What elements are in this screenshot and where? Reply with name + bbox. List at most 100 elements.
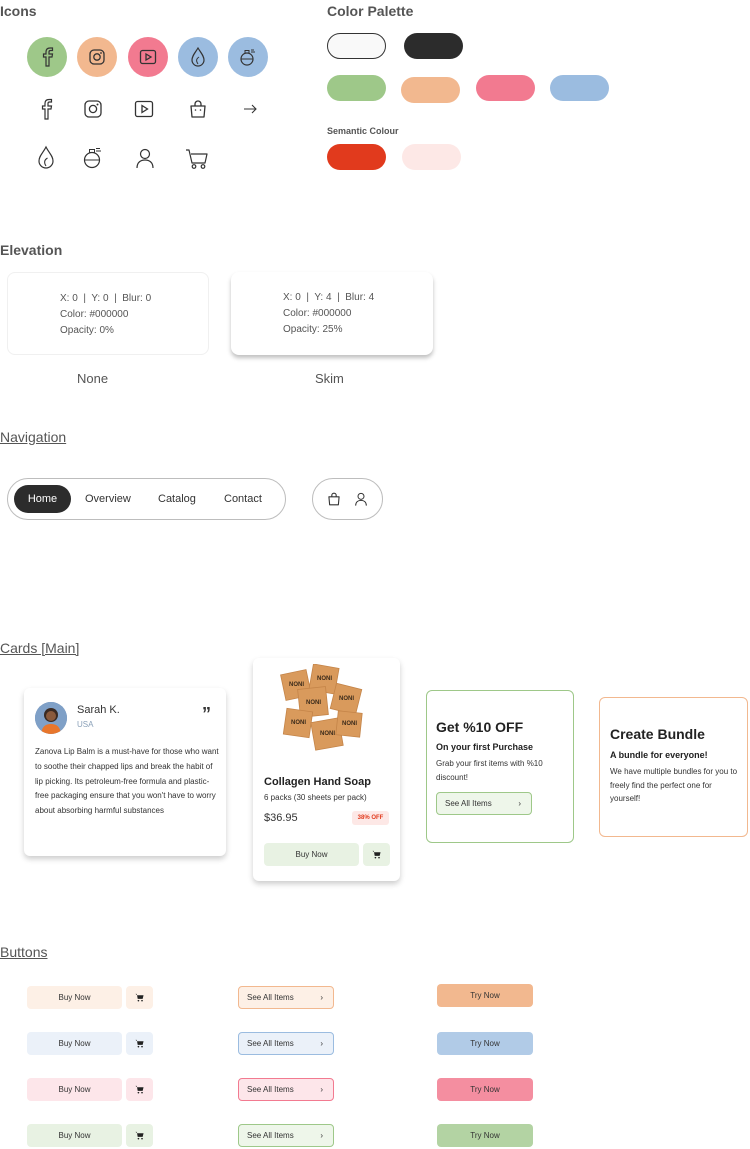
add-to-cart-button[interactable] bbox=[126, 986, 153, 1009]
product-subtitle: 6 packs (30 sheets per pack) bbox=[264, 793, 367, 802]
product-pack-brand: NONI bbox=[306, 700, 321, 706]
cart-icon bbox=[135, 1085, 144, 1094]
product-pack-brand: NONI bbox=[339, 696, 354, 702]
youtube-icon[interactable] bbox=[131, 96, 157, 122]
try-now-button[interactable]: Try Now bbox=[437, 1124, 533, 1147]
cart-icon bbox=[135, 1039, 144, 1048]
user-icon[interactable] bbox=[353, 491, 369, 512]
cards-section-title: Cards [Main] bbox=[0, 640, 80, 656]
avatar bbox=[35, 702, 67, 734]
elevation-skim-card: X: 0 | Y: 4 | Blur: 4 Color: #000000 Opa… bbox=[231, 272, 433, 355]
cart-icon bbox=[372, 850, 381, 859]
nav-item-overview[interactable]: Overview bbox=[85, 485, 131, 513]
cart-icon bbox=[135, 993, 144, 1002]
nav-item-catalog[interactable]: Catalog bbox=[158, 485, 196, 513]
bundle-card: Create Bundle A bundle for everyone! We … bbox=[599, 697, 748, 837]
buy-now-button[interactable]: Buy Now bbox=[27, 1078, 122, 1101]
try-now-button[interactable]: Try Now bbox=[437, 984, 533, 1007]
reviewer-name: Sarah K. bbox=[77, 704, 120, 716]
product-title: Collagen Hand Soap bbox=[264, 776, 371, 788]
discount-badge: 38% OFF bbox=[352, 811, 389, 825]
elevation-none-line1: X: 0 | Y: 0 | Blur: 0 bbox=[60, 293, 152, 304]
elevation-skim-line2: Color: #000000 bbox=[283, 308, 352, 319]
bundle-title: Create Bundle bbox=[610, 726, 705, 742]
arrow-right-icon[interactable] bbox=[237, 96, 263, 122]
swatch-pink bbox=[476, 75, 535, 101]
reviewer-country: USA bbox=[77, 720, 94, 729]
cart-icon[interactable] bbox=[184, 145, 210, 171]
bundle-subtitle: A bundle for everyone! bbox=[610, 750, 708, 760]
product-image: NONI NONI NONI NONI NONI NONI NONI bbox=[275, 663, 375, 758]
see-all-items-label: See All Items bbox=[247, 1085, 294, 1094]
product-pack-brand: NONI bbox=[342, 721, 357, 727]
elevation-skim-line3: Opacity: 25% bbox=[283, 324, 343, 335]
instagram-icon[interactable] bbox=[77, 37, 117, 77]
elevation-none-label: None bbox=[77, 371, 109, 386]
buy-now-button[interactable]: Buy Now bbox=[264, 843, 359, 866]
facebook-icon[interactable] bbox=[27, 37, 67, 77]
youtube-icon[interactable] bbox=[128, 37, 168, 77]
water-drop-icon[interactable] bbox=[33, 145, 59, 171]
elevation-skim-line1: X: 0 | Y: 4 | Blur: 4 bbox=[283, 292, 375, 303]
see-all-items-label: See All Items bbox=[247, 1131, 294, 1140]
swatch-red bbox=[327, 144, 386, 170]
perfume-icon[interactable] bbox=[228, 37, 268, 77]
add-to-cart-button[interactable] bbox=[126, 1078, 153, 1101]
quote-icon: ” bbox=[202, 704, 211, 724]
nav-item-home[interactable]: Home bbox=[14, 485, 71, 513]
bag-icon[interactable] bbox=[185, 96, 211, 122]
see-all-items-label: See All Items bbox=[247, 1039, 294, 1048]
navbar: Home Overview Catalog Contact bbox=[7, 478, 286, 520]
instagram-icon[interactable] bbox=[80, 96, 106, 122]
swatch-green bbox=[327, 75, 386, 101]
swatch-blue bbox=[550, 75, 609, 101]
see-all-items-button[interactable]: See All Items › bbox=[238, 986, 334, 1009]
user-icon[interactable] bbox=[132, 145, 158, 171]
buy-now-button[interactable]: Buy Now bbox=[27, 1124, 122, 1147]
buy-now-button[interactable]: Buy Now bbox=[27, 1032, 122, 1055]
navigation-section-title: Navigation bbox=[0, 429, 67, 445]
bag-icon[interactable] bbox=[326, 491, 342, 512]
product-pack-brand: NONI bbox=[289, 682, 304, 688]
offer-text: Grab your first items with %10 discount! bbox=[436, 759, 543, 782]
see-all-items-label: See All Items bbox=[445, 799, 492, 808]
bundle-text: We have multiple bundles for you to free… bbox=[610, 767, 738, 803]
icons-section-title: Icons bbox=[0, 3, 37, 19]
add-to-cart-button[interactable] bbox=[126, 1032, 153, 1055]
see-all-items-button[interactable]: See All Items › bbox=[436, 792, 532, 815]
product-pack-brand: NONI bbox=[320, 731, 335, 737]
palette-section-title: Color Palette bbox=[327, 3, 414, 19]
swatch-peach bbox=[401, 77, 460, 103]
semantic-colour-label: Semantic Colour bbox=[327, 126, 399, 136]
chevron-right-icon: › bbox=[320, 993, 323, 1002]
see-all-items-label: See All Items bbox=[247, 993, 294, 1002]
review-text: Zanova Lip Balm is a must-have for those… bbox=[35, 747, 219, 816]
see-all-items-button[interactable]: See All Items › bbox=[238, 1032, 334, 1055]
add-to-cart-button[interactable] bbox=[363, 843, 390, 866]
product-price: $36.95 bbox=[264, 812, 298, 824]
swatch-light-red bbox=[402, 144, 461, 170]
elevation-skim-label: Skim bbox=[315, 371, 344, 386]
try-now-button[interactable]: Try Now bbox=[437, 1078, 533, 1101]
perfume-icon[interactable] bbox=[80, 145, 106, 171]
see-all-items-button[interactable]: See All Items › bbox=[238, 1124, 334, 1147]
see-all-items-button[interactable]: See All Items › bbox=[238, 1078, 334, 1101]
chevron-right-icon: › bbox=[518, 799, 521, 808]
chevron-right-icon: › bbox=[320, 1085, 323, 1094]
add-to-cart-button[interactable] bbox=[126, 1124, 153, 1147]
elevation-none-card: X: 0 | Y: 0 | Blur: 0 Color: #000000 Opa… bbox=[7, 272, 209, 355]
try-now-button[interactable]: Try Now bbox=[437, 1032, 533, 1055]
facebook-icon[interactable] bbox=[33, 96, 59, 122]
chevron-right-icon: › bbox=[320, 1131, 323, 1140]
product-pack-brand: NONI bbox=[317, 676, 332, 682]
chevron-right-icon: › bbox=[320, 1039, 323, 1048]
buy-now-button[interactable]: Buy Now bbox=[27, 986, 122, 1009]
nav-item-contact[interactable]: Contact bbox=[224, 485, 262, 513]
offer-card: Get %10 OFF On your first Purchase Grab … bbox=[426, 690, 574, 843]
swatch-dark bbox=[404, 33, 463, 59]
water-drop-icon[interactable] bbox=[178, 37, 218, 77]
buttons-section-title: Buttons bbox=[0, 944, 48, 960]
offer-subtitle: On your first Purchase bbox=[436, 742, 534, 752]
elevation-none-line2: Color: #000000 bbox=[60, 309, 129, 320]
elevation-section-title: Elevation bbox=[0, 242, 63, 258]
